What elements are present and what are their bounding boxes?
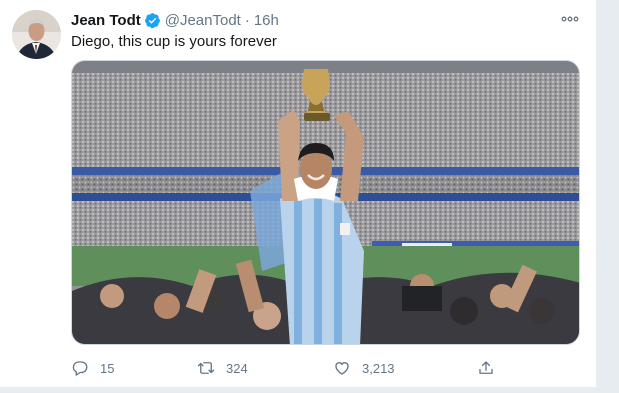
reply-button[interactable]: 15 xyxy=(71,356,114,380)
tweet-header: Jean Todt @JeanTodt · 16h xyxy=(71,10,279,30)
retweet-count: 324 xyxy=(226,360,248,376)
header-separator: · xyxy=(244,11,250,29)
more-icon[interactable] xyxy=(560,10,580,28)
verified-badge-icon xyxy=(144,12,161,29)
reply-icon xyxy=(72,361,88,376)
tweet-card[interactable]: Jean Todt @JeanTodt · 16h Diego, this cu… xyxy=(0,0,597,388)
author-handle[interactable]: @JeanTodt xyxy=(165,12,241,29)
tweet-timestamp[interactable]: 16h xyxy=(254,12,279,29)
tweet-media[interactable] xyxy=(71,60,580,345)
share-icon xyxy=(479,361,493,374)
like-button[interactable]: 3,213 xyxy=(333,356,395,380)
share-button[interactable] xyxy=(477,356,495,380)
like-icon xyxy=(335,362,349,375)
like-count: 3,213 xyxy=(362,360,395,376)
tweet-text: Diego, this cup is yours forever xyxy=(71,33,277,50)
media-photo xyxy=(72,61,579,344)
retweet-button[interactable]: 324 xyxy=(197,356,248,380)
reply-count: 15 xyxy=(100,360,115,376)
author-name[interactable]: Jean Todt xyxy=(71,12,141,29)
avatar-image xyxy=(12,10,61,59)
retweet-icon xyxy=(197,362,215,374)
tweet-actions: 15 324 3,213 xyxy=(71,356,511,380)
avatar[interactable] xyxy=(12,10,61,59)
